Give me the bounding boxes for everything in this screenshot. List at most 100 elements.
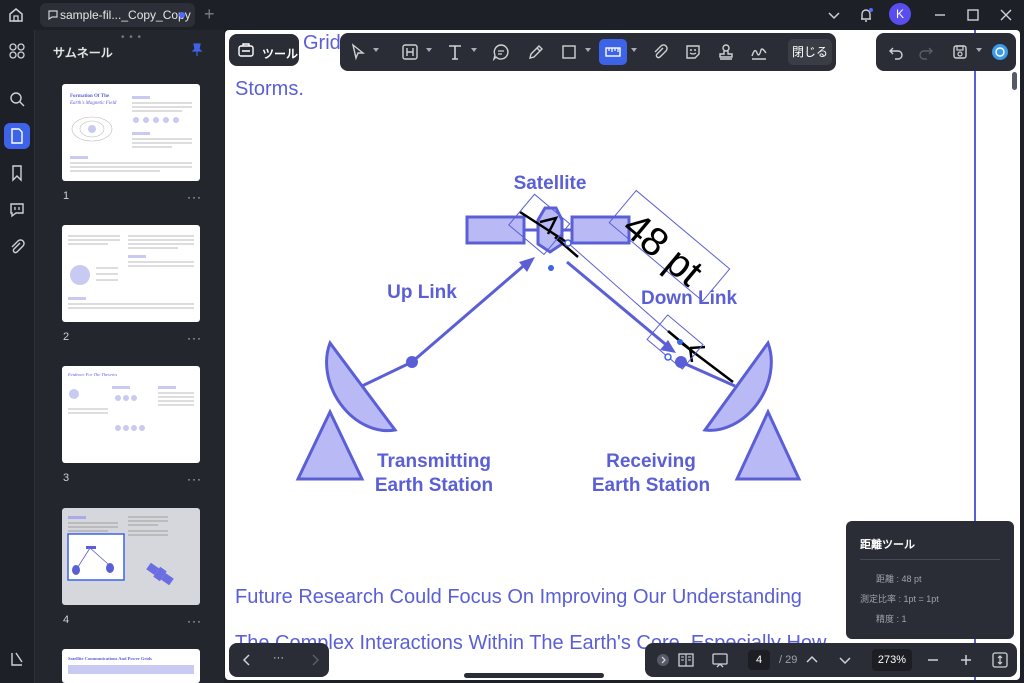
stamp-tool-icon[interactable] bbox=[712, 39, 740, 65]
page-number-2: 2 bbox=[63, 331, 70, 343]
view-bar: / 29 bbox=[645, 643, 1017, 677]
page-thumbnail-5[interactable]: Satellite Communications And Power Grids bbox=[62, 649, 200, 683]
total-pages: / 29 bbox=[779, 654, 798, 666]
divider bbox=[860, 559, 1000, 560]
zoom-level[interactable]: 273% bbox=[872, 649, 912, 671]
tool-switcher[interactable]: ツール bbox=[229, 34, 299, 66]
presentation-icon[interactable] bbox=[706, 647, 734, 673]
vertical-scrollbar[interactable] bbox=[1012, 72, 1017, 90]
page-layout-icon[interactable] bbox=[672, 647, 700, 673]
distance-panel-title: 距離ツール bbox=[860, 539, 915, 551]
bookmark-icon[interactable] bbox=[4, 160, 30, 186]
history-toolbar bbox=[876, 33, 1016, 71]
satellite-label: Satellite bbox=[514, 173, 587, 194]
page-menu-2[interactable]: ··· bbox=[187, 331, 202, 345]
maximize-icon[interactable] bbox=[963, 5, 983, 25]
chevron-down-icon[interactable] bbox=[824, 5, 844, 25]
prev-page-icon[interactable] bbox=[233, 647, 261, 673]
highlight-dropdown-icon[interactable] bbox=[426, 48, 432, 52]
uplink-arrow bbox=[411, 260, 529, 364]
downlink-label: Down Link bbox=[641, 288, 737, 309]
tab-label: sample-fil..._Copy_Copy bbox=[60, 8, 191, 22]
minimize-icon[interactable] bbox=[930, 5, 950, 25]
comment-icon[interactable] bbox=[4, 197, 30, 223]
page-number-4: 4 bbox=[63, 614, 70, 626]
more-nav-button[interactable]: ··· bbox=[273, 652, 284, 664]
search-icon[interactable] bbox=[4, 86, 30, 112]
receive-label-2: Earth Station bbox=[592, 475, 710, 496]
page-down-icon[interactable] bbox=[831, 647, 859, 673]
tool-label: ツール bbox=[262, 47, 299, 61]
undo-icon[interactable] bbox=[882, 39, 910, 65]
thumbnails-icon[interactable] bbox=[4, 123, 30, 149]
thumb5-heading: Satellite Communications And Power Grids bbox=[68, 656, 152, 661]
shape-tool-icon[interactable] bbox=[555, 39, 583, 65]
zoom-in-icon[interactable] bbox=[952, 647, 980, 673]
text-tool-icon[interactable] bbox=[441, 39, 469, 65]
ai-assistant-icon[interactable] bbox=[986, 39, 1014, 65]
transmit-label-1: Transmitting bbox=[377, 451, 491, 472]
close-tools-button[interactable]: 閉じる bbox=[788, 39, 832, 65]
pin-icon[interactable] bbox=[189, 42, 205, 58]
page-thumbnail-2[interactable] bbox=[62, 225, 200, 322]
page-number-1: 1 bbox=[63, 190, 70, 202]
page-up-icon[interactable] bbox=[798, 647, 826, 673]
distance-value: 距離 : 48 pt bbox=[876, 574, 922, 584]
page-thumbnail-4[interactable] bbox=[62, 508, 200, 605]
page-number-3: 3 bbox=[63, 472, 70, 484]
sidebar-title: サムネール bbox=[53, 46, 113, 60]
user-avatar[interactable]: K bbox=[889, 3, 911, 25]
thumb1-heading: Formation Of The bbox=[70, 94, 110, 99]
home-icon[interactable] bbox=[6, 5, 26, 25]
precision-value: 精度 : 1 bbox=[876, 614, 907, 624]
save-icon[interactable] bbox=[946, 39, 974, 65]
select-tool-icon[interactable] bbox=[344, 39, 372, 65]
select-dropdown-icon[interactable] bbox=[373, 48, 379, 52]
distance-tool-panel: 距離ツール 距離 : 48 pt 測定比率 : 1pt = 1pt 精度 : 1 bbox=[846, 521, 1014, 639]
thumbnail-sidebar: • • • サムネール Formation Of The Earth's Mag… bbox=[34, 30, 224, 683]
save-dropdown-icon[interactable] bbox=[976, 48, 982, 52]
measure-tool-icon[interactable] bbox=[599, 39, 627, 65]
grid-view-icon[interactable] bbox=[4, 38, 30, 64]
thumb3-heading: Evidence For The Theories bbox=[67, 372, 117, 377]
page-menu-4[interactable]: ··· bbox=[187, 614, 202, 628]
toolbox-icon bbox=[232, 37, 260, 63]
unsaved-dot bbox=[179, 12, 185, 18]
comment-tool-icon[interactable] bbox=[487, 39, 515, 65]
horizontal-scrollbar[interactable] bbox=[464, 673, 604, 678]
receive-label-1: Receiving bbox=[606, 451, 696, 472]
attach-tool-icon[interactable] bbox=[646, 39, 674, 65]
signature-tool-icon[interactable] bbox=[745, 39, 773, 65]
text-dropdown-icon[interactable] bbox=[471, 48, 477, 52]
uplink-label: Up Link bbox=[387, 282, 457, 303]
page-thumbnail-1[interactable]: Formation Of The Earth's Magnetic Field bbox=[62, 84, 200, 181]
page-menu-1[interactable]: ··· bbox=[187, 190, 202, 204]
annotation-toolbar: 閉じる bbox=[340, 33, 836, 71]
document-icon bbox=[47, 9, 59, 21]
resize-handle[interactable]: • • • bbox=[121, 32, 142, 43]
fit-page-icon[interactable] bbox=[986, 647, 1014, 673]
sticker-tool-icon[interactable] bbox=[679, 39, 707, 65]
page-menu-3[interactable]: ··· bbox=[187, 472, 202, 486]
close-window-icon[interactable] bbox=[996, 5, 1016, 25]
icon-rail bbox=[0, 30, 34, 683]
zoom-out-icon[interactable] bbox=[919, 647, 947, 673]
document-tab[interactable]: sample-fil..._Copy_Copy bbox=[40, 3, 195, 27]
shape-dropdown-icon[interactable] bbox=[585, 48, 591, 52]
scale-value: 測定比率 : 1pt = 1pt bbox=[860, 594, 939, 604]
page-thumbnail-3[interactable]: Evidence For The Theories bbox=[62, 366, 200, 463]
highlight-text-icon[interactable] bbox=[396, 39, 424, 65]
attachment-icon[interactable] bbox=[4, 234, 30, 260]
notification-bell-icon[interactable] bbox=[856, 5, 876, 25]
body-line-1: Future Research Could Focus On Improving… bbox=[235, 586, 802, 608]
redo-icon[interactable] bbox=[912, 39, 940, 65]
next-page-icon[interactable] bbox=[301, 647, 329, 673]
transmit-label-2: Earth Station bbox=[375, 475, 493, 496]
thumb1-subheading: Earth's Magnetic Field bbox=[69, 101, 117, 106]
measure-dropdown-icon[interactable] bbox=[631, 48, 637, 52]
current-page-input[interactable]: 4 bbox=[748, 650, 770, 670]
layers-icon[interactable] bbox=[4, 646, 30, 672]
new-tab-button[interactable]: + bbox=[204, 5, 220, 25]
pen-tool-icon[interactable] bbox=[522, 39, 550, 65]
page-nav-bar: ··· bbox=[229, 643, 329, 677]
